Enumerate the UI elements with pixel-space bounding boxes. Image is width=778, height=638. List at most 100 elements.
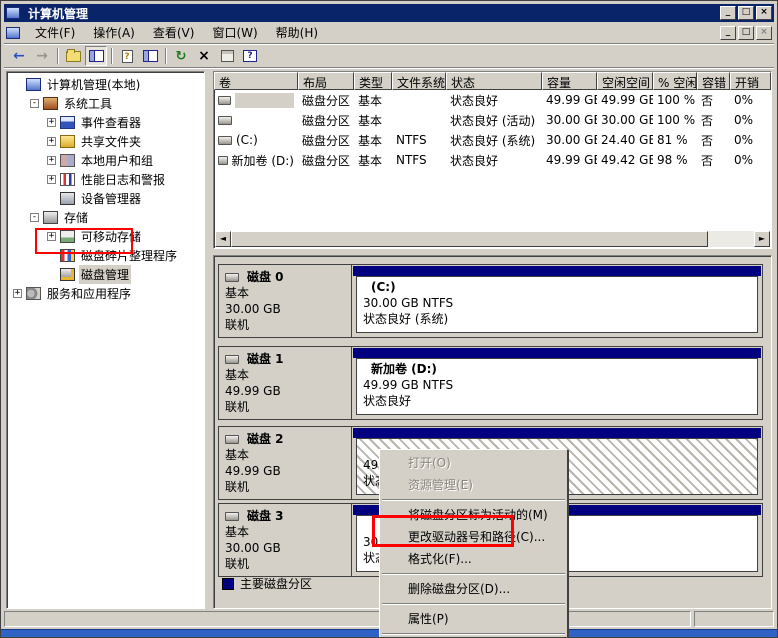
menu-action[interactable]: 操作(A) [84,21,144,44]
tree-item-system-tools[interactable]: - 系统工具 [7,94,204,113]
child-minimize-button[interactable]: _ [720,26,736,40]
volume-row-d[interactable]: 新加卷 (D:) 磁盘分区 基本 NTFS 状态良好 49.99 GB 49.4… [214,150,771,170]
tree-item-shared-folders[interactable]: + 共享文件夹 [7,132,204,151]
horizontal-scrollbar[interactable]: ◄ ► [215,231,770,247]
volume-cell: 新加卷 (D:) [214,152,298,169]
tree-item-performance-logs[interactable]: + 性能日志和警报 [7,170,204,189]
menu-file[interactable]: 文件(F) [26,21,84,44]
scroll-left-arrow-icon[interactable]: ◄ [215,231,231,247]
expander[interactable]: + [47,175,56,184]
disk-type: 基本 [225,285,345,301]
event-viewer-icon [60,116,75,129]
expander[interactable]: + [47,137,56,146]
scrollbar-thumb[interactable] [231,231,708,247]
child-restore-button[interactable]: □ [738,26,754,40]
tree-item-storage[interactable]: - 存储 [7,208,204,227]
delete-button[interactable]: × [193,46,215,66]
capacity-cell: 49.99 GB [542,153,597,167]
menu-item-delete-partition[interactable]: 删除磁盘分区(D)... [380,578,567,600]
capacity-cell: 30.00 GB [542,113,597,127]
expander[interactable]: + [13,289,22,298]
properties-button[interactable] [216,46,238,66]
fault-cell: 否 [697,132,730,149]
expander[interactable]: - [30,99,39,108]
disk-size: 49.99 GB [225,463,345,479]
column-header-volume[interactable]: 卷 [214,72,298,90]
tree-item-computer-management[interactable]: 计算机管理(本地) [7,75,204,94]
column-header-overhead[interactable]: 开销 [730,72,771,90]
tree-item-removable-storage[interactable]: + 可移动存储 [7,227,204,246]
tree-item-device-manager[interactable]: 设备管理器 [7,189,204,208]
tree-item-label: 共享文件夹 [79,132,143,151]
menu-item-properties[interactable]: 属性(P) [380,608,567,630]
toolbar-separator [111,48,113,64]
forward-button[interactable]: → [31,46,53,66]
menu-item-change-drive-letter[interactable]: 更改驱动器号和路径(C)... [380,526,567,548]
minimize-button[interactable]: _ [720,6,736,20]
layout-cell: 磁盘分区 [298,112,354,129]
tree-item-event-viewer[interactable]: + 事件查看器 [7,113,204,132]
tree-item-disk-defragmenter[interactable]: 磁盘碎片整理程序 [7,246,204,265]
disk-row-1[interactable]: 磁盘 1 基本 49.99 GB 联机 新加卷 (D:) 49.99 GB NT… [218,346,763,420]
disk-management-icon [60,268,75,281]
volume-icon [218,136,232,145]
show-detail-pane-button[interactable] [139,46,161,66]
expander[interactable]: - [30,213,39,222]
menu-view[interactable]: 查看(V) [144,21,204,44]
disk-type: 基本 [225,367,345,383]
overhead-cell: 0% [730,113,771,127]
refresh-button[interactable]: ↻ [170,46,192,66]
tree-item-label: 系统工具 [62,94,114,113]
maximize-button[interactable]: □ [738,6,754,20]
disk-size: 30.00 GB [225,301,345,317]
disk-1-partition[interactable]: 新加卷 (D:) 49.99 GB NTFS 状态良好 [352,347,762,419]
column-header-fault[interactable]: 容错 [697,72,730,90]
tree-item-services-applications[interactable]: + 服务和应用程序 [7,284,204,303]
column-header-pctfree[interactable]: % 空闲 [653,72,697,90]
disk-status: 联机 [225,399,345,415]
help-topics-button[interactable]: ? [116,46,138,66]
close-button[interactable]: × [756,6,772,20]
column-header-freespace[interactable]: 空闲空间 [597,72,653,90]
menu-item-open[interactable]: 打开(O) [380,452,567,474]
up-one-level-button[interactable] [62,46,84,66]
volume-row-unnamed-2[interactable]: 磁盘分区 基本 状态良好 (活动) 30.00 GB 30.00 GB 100 … [214,110,771,130]
expander[interactable]: + [47,118,56,127]
removable-storage-icon [60,230,75,243]
refresh-icon: ↻ [176,49,187,64]
disk-row-0[interactable]: 磁盘 0 基本 30.00 GB 联机 (C:) 30.00 GB NTFS 状… [218,264,763,338]
volume-row-unnamed-1[interactable]: 磁盘分区 基本 状态良好 49.99 GB 49.99 GB 100 % 否 0… [214,90,771,110]
volume-row-c[interactable]: (C:) 磁盘分区 基本 NTFS 状态良好 (系统) 30.00 GB 24.… [214,130,771,150]
scroll-right-arrow-icon[interactable]: ► [754,231,770,247]
column-header-capacity[interactable]: 容量 [542,72,597,90]
column-header-layout[interactable]: 布局 [298,72,354,90]
column-header-filesystem[interactable]: 文件系统 [392,72,446,90]
selected-volume-highlight [235,93,294,108]
show-hide-tree-button[interactable] [85,46,107,66]
disk-0-partition[interactable]: (C:) 30.00 GB NTFS 状态良好 (系统) [352,265,762,337]
layout-cell: 磁盘分区 [298,152,354,169]
column-header-type[interactable]: 类型 [354,72,392,90]
menu-item-format[interactable]: 格式化(F)... [380,548,567,570]
help-button[interactable]: ? [239,46,261,66]
child-window-icon [6,27,20,39]
scrollbar-track[interactable] [708,231,754,247]
expander[interactable]: + [47,232,56,241]
type-cell: 基本 [354,152,392,169]
tree-item-disk-management[interactable]: 磁盘管理 [7,265,204,284]
type-cell: 基本 [354,112,392,129]
overhead-cell: 0% [730,93,771,107]
disk-icon [225,435,239,444]
show-hide-tree-icon [89,50,104,62]
type-cell: 基本 [354,132,392,149]
back-button[interactable]: ← [8,46,30,66]
menu-window[interactable]: 窗口(W) [203,21,266,44]
tree-item-local-users-groups[interactable]: + 本地用户和组 [7,151,204,170]
expander[interactable]: + [47,156,56,165]
column-header-status[interactable]: 状态 [446,72,542,90]
partition-name: (C:) [363,279,751,295]
menu-help[interactable]: 帮助(H) [267,21,327,44]
menu-item-mark-active[interactable]: 将磁盘分区标为活动的(M) [380,504,567,526]
child-close-button[interactable]: × [756,26,772,40]
menu-item-explore[interactable]: 资源管理(E) [380,474,567,496]
